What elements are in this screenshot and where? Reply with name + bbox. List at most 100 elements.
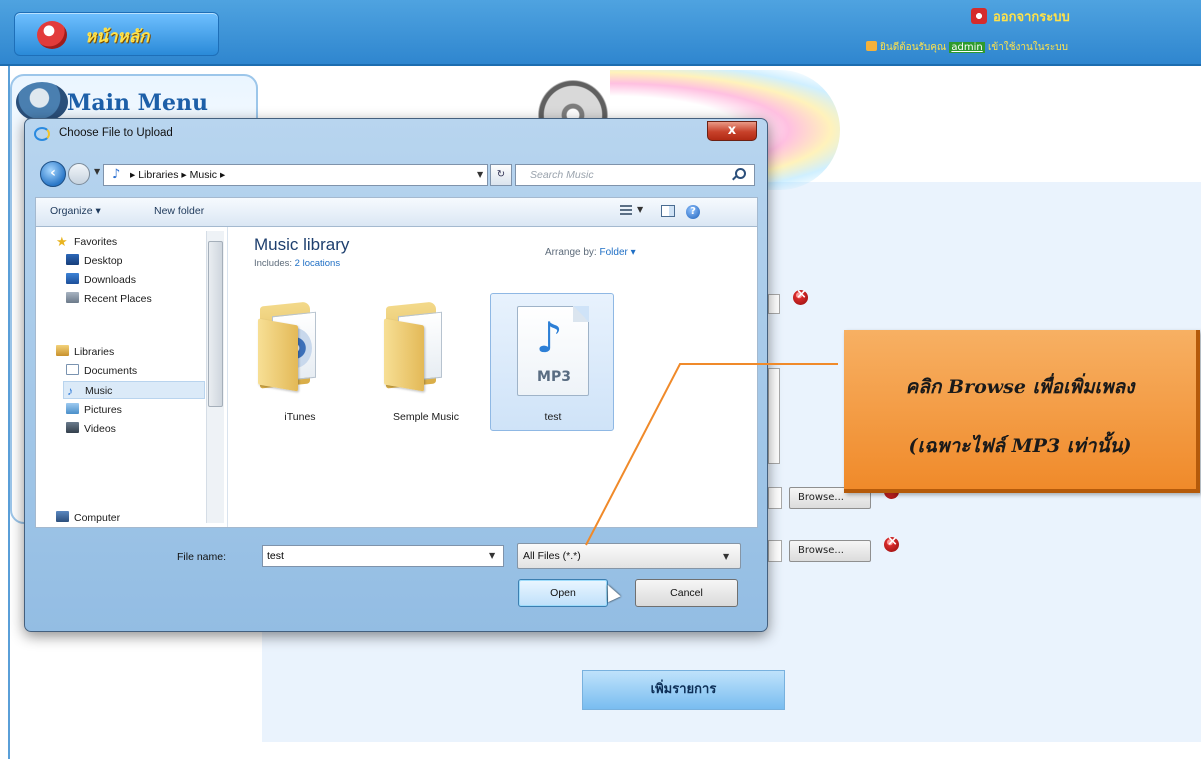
arrange-dropdown[interactable]: Folder ▾	[599, 247, 635, 258]
locations-link[interactable]: 2 locations	[295, 258, 340, 269]
delete-icon[interactable]	[884, 534, 899, 552]
nav-recent-places[interactable]: Recent Places	[66, 290, 152, 308]
nav-desktop[interactable]: Desktop	[66, 252, 123, 270]
breadcrumb: ▸ Libraries ▸ Music ▸	[130, 169, 226, 181]
nav-documents[interactable]: Documents	[66, 362, 137, 380]
open-button[interactable]: Open	[518, 579, 608, 607]
nav-label: Computer	[74, 512, 121, 524]
arrange-value: Folder	[599, 247, 628, 258]
libraries-icon	[56, 345, 69, 356]
breadcrumb-music[interactable]: Music	[190, 169, 217, 181]
welcome-suffix: เข้าใช้งานในระบบ	[987, 42, 1068, 53]
library-title: Music library	[254, 235, 350, 254]
delete-icon[interactable]	[793, 287, 808, 305]
nav-label: Favorites	[74, 236, 118, 248]
desktop-icon	[66, 254, 79, 265]
file-name-label: iTunes	[284, 411, 316, 423]
nav-label: Desktop	[84, 255, 123, 267]
organize-label: Organize	[50, 205, 93, 217]
nav-favorites[interactable]: ★ Favorites	[56, 233, 117, 251]
close-button[interactable]: x	[707, 121, 757, 141]
browse-button[interactable]: Browse...	[789, 540, 871, 562]
search-placeholder: Search Music	[530, 169, 594, 181]
logout-link[interactable]: ออกจากระบบ	[993, 6, 1070, 27]
navigation-pane: ★ Favorites Desktop Downloads Recent Plac…	[36, 227, 228, 527]
main-menu-title: Main Menu	[67, 90, 208, 116]
file-type-dropdown-icon[interactable]: ▼	[723, 552, 729, 561]
home-button[interactable]: หน้าหลัก	[14, 12, 219, 56]
nav-libraries[interactable]: Libraries	[56, 343, 114, 361]
logout-icon[interactable]	[971, 8, 987, 24]
nav-label: Music	[85, 385, 113, 397]
welcome-message: ยินดีต้อนรับคุณ admin เข้าใช้งานในระบบ	[866, 40, 1068, 55]
nav-label: Documents	[84, 365, 138, 377]
file-field-edge[interactable]	[768, 540, 782, 562]
address-bar[interactable]: ♪ ▸ Libraries ▸ Music ▸ ▼	[103, 164, 488, 186]
file-type-select[interactable]: All Files (*.*)	[517, 543, 741, 569]
nav-pictures[interactable]: Pictures	[66, 401, 122, 419]
star-icon: ★	[56, 234, 68, 249]
pictures-icon	[66, 403, 79, 414]
file-item[interactable]: iTunes	[237, 293, 361, 431]
forward-button[interactable]	[68, 163, 90, 185]
file-item[interactable]: Semple Music	[363, 293, 487, 431]
nav-scrollbar[interactable]	[206, 231, 224, 523]
file-upload-dialog: Choose File to Upload x ‹ ▼ ♪ ▸ Librarie…	[24, 118, 768, 632]
dialog-body: ★ Favorites Desktop Downloads Recent Plac…	[35, 226, 758, 528]
videos-icon	[66, 422, 79, 433]
change-view-icon[interactable]	[620, 205, 632, 217]
nav-downloads[interactable]: Downloads	[66, 271, 136, 289]
file-item-selected[interactable]: ♪ MP3 test	[490, 293, 614, 431]
preview-pane-icon[interactable]	[661, 205, 675, 217]
file-list-pane: Music library Includes: 2 locations Arra…	[229, 227, 757, 527]
annotation-callout: คลิก Browse เพื่อเพิ่มเพลง (เฉพาะไฟล์ MP…	[844, 330, 1200, 493]
file-name-input[interactable]: test	[262, 545, 504, 567]
back-button[interactable]: ‹	[40, 161, 66, 187]
file-name-label: Semple Music	[393, 411, 459, 423]
nav-music[interactable]: ♪ Music	[63, 381, 205, 399]
includes-label: Includes:	[254, 258, 293, 269]
file-field-edge[interactable]	[768, 487, 782, 509]
command-bar: Organize ▾ New folder ▼ ?	[35, 197, 758, 226]
help-icon[interactable]: ?	[686, 205, 700, 219]
breadcrumb-libraries[interactable]: Libraries	[138, 169, 178, 181]
refresh-button[interactable]: ↻	[490, 164, 512, 186]
nav-label: Downloads	[84, 274, 136, 286]
arrange-label: Arrange by:	[545, 247, 597, 258]
folder-icon	[256, 301, 330, 392]
organize-menu[interactable]: Organize ▾	[50, 205, 101, 217]
screenshot-stage: หน้าหลัก ออกจากระบบ ยินดีต้อนรับคุณ admi…	[0, 0, 1201, 759]
nav-label: Libraries	[74, 346, 115, 358]
dialog-title: Choose File to Upload	[59, 127, 173, 139]
library-includes: Includes: 2 locations	[254, 258, 340, 269]
file-name-dropdown-icon[interactable]: ▼	[489, 551, 495, 560]
add-item-button[interactable]: เพิ่มรายการ	[582, 670, 785, 710]
home-label: หน้าหลัก	[85, 27, 150, 47]
callout-line-1: คลิก Browse เพื่อเพิ่มเพลง	[905, 376, 1135, 398]
username-link[interactable]: admin	[949, 42, 985, 53]
file-name-label: test	[544, 411, 562, 423]
scrollbar-thumb[interactable]	[208, 241, 223, 407]
nav-computer[interactable]: Computer	[56, 509, 120, 525]
arrange-by: Arrange by: Folder ▾	[545, 247, 636, 258]
address-dropdown-icon[interactable]: ▼	[477, 170, 483, 179]
nav-videos[interactable]: Videos	[66, 420, 116, 438]
browser-icon	[34, 127, 50, 141]
form-textarea-edge[interactable]	[768, 368, 780, 464]
nav-label: Videos	[84, 423, 116, 435]
nav-label: Recent Places	[84, 293, 152, 305]
cancel-button[interactable]: Cancel	[635, 579, 738, 607]
recent-locations-dropdown[interactable]: ▼	[94, 167, 100, 176]
documents-icon	[66, 364, 79, 375]
mp3-badge: MP3	[537, 369, 571, 385]
recent-places-icon	[66, 292, 79, 303]
downloads-icon	[66, 273, 79, 284]
folder-icon	[382, 301, 456, 392]
search-input[interactable]: Search Music	[515, 164, 755, 186]
new-folder-button[interactable]: New folder	[154, 205, 204, 217]
view-dropdown-icon[interactable]: ▼	[637, 205, 643, 214]
main-menu-icon	[16, 82, 68, 122]
computer-icon	[56, 511, 69, 522]
form-field-edge[interactable]	[768, 294, 780, 314]
welcome-prefix: ยินดีต้อนรับคุณ	[880, 42, 947, 53]
